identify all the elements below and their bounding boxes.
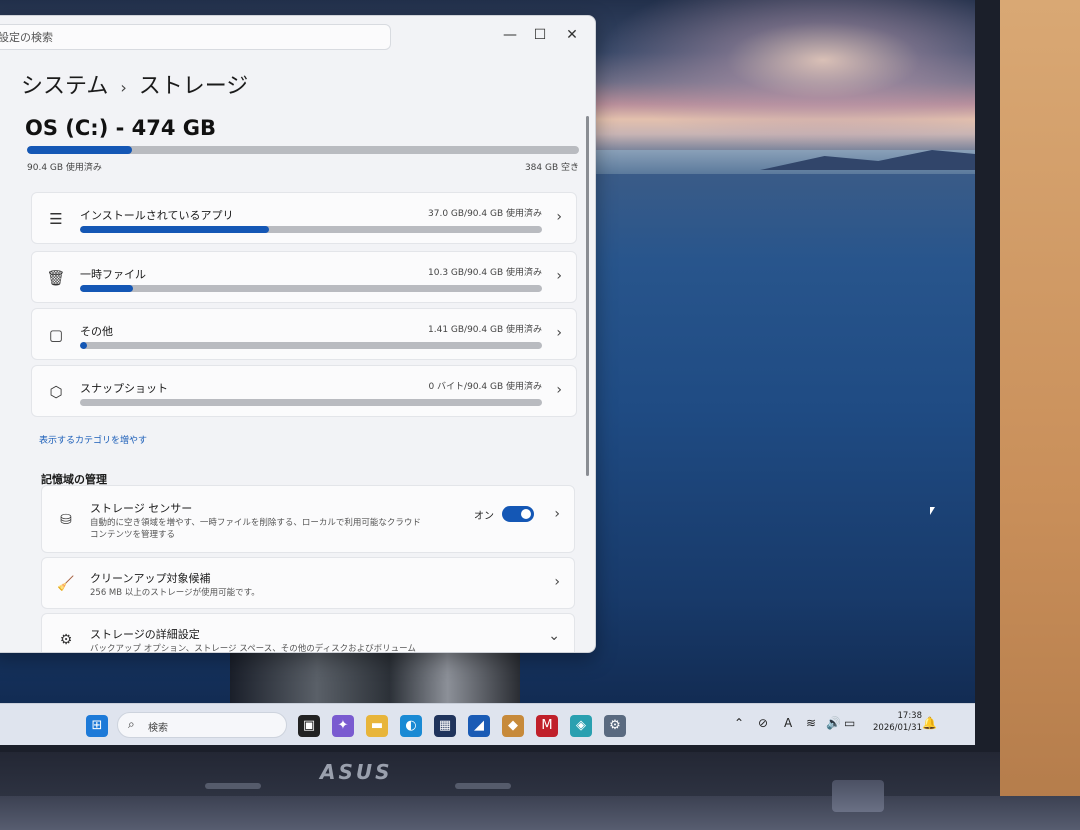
- maximize-button[interactable]: ☐: [525, 22, 555, 48]
- apps-list-icon: ☰: [49, 210, 63, 228]
- clock-time: 17:38: [897, 711, 923, 721]
- snapshot-icon: ⬡: [49, 383, 63, 401]
- category-card-other[interactable]: ▢ その他 1.41 GB/90.4 GB 使用済み ›: [31, 308, 577, 360]
- storage-sense-desc: 自動的に空き領域を増やす、一時ファイルを削除する、ローカルで利用可能なクラウド …: [90, 518, 421, 540]
- rubber-foot: [205, 783, 261, 789]
- breadcrumb: システム › ストレージ: [21, 68, 248, 100]
- drive-used-text: 90.4 GB 使用済み: [27, 163, 102, 173]
- category-value: 0 バイト/90.4 GB 使用済み: [428, 382, 542, 392]
- close-button[interactable]: ✕: [557, 22, 587, 48]
- storage-sense-title: ストレージ センサー: [90, 502, 193, 515]
- chevron-up-icon[interactable]: ⌃: [734, 716, 744, 730]
- gear-icon: ⚙: [59, 632, 73, 648]
- cleanup-title: クリーンアップ対象候補: [90, 572, 211, 585]
- wifi-icon[interactable]: ≋: [806, 716, 816, 730]
- category-value: 10.3 GB/90.4 GB 使用済み: [428, 268, 542, 278]
- brand-logo: ASUS: [320, 760, 393, 784]
- category-card-apps[interactable]: ☰ インストールされているアプリ 37.0 GB/90.4 GB 使用済み ›: [31, 192, 577, 244]
- drive-usage-fill: [27, 146, 132, 154]
- desktop-screen: 設定の検索 — ☐ ✕ システム › ストレージ OS (C:) - 474 GB …: [0, 0, 975, 745]
- ime-indicator[interactable]: A: [784, 716, 792, 730]
- minimize-button[interactable]: —: [495, 22, 525, 48]
- chevron-right-icon: ›: [554, 506, 560, 522]
- category-value: 1.41 GB/90.4 GB 使用済み: [428, 325, 542, 335]
- show-more-categories-link[interactable]: 表示するカテゴリを増やす: [39, 433, 147, 446]
- copilot-icon[interactable]: ✦: [332, 715, 354, 737]
- store-icon[interactable]: ▦: [434, 715, 456, 737]
- category-value: 37.0 GB/90.4 GB 使用済み: [428, 209, 542, 219]
- document-icon: ▢: [48, 326, 64, 344]
- search-icon: ⌕: [128, 717, 135, 731]
- breadcrumb-parent[interactable]: システム: [21, 74, 108, 99]
- breadcrumb-current: ストレージ: [138, 74, 249, 99]
- category-bar-fill: [80, 285, 133, 292]
- advanced-desc: バックアップ オプション、ストレージ スペース、その他のディスクおよびボリューム: [90, 644, 416, 653]
- drive-free-text: 384 GB 空き: [524, 163, 579, 173]
- cleanup-desc: 256 MB 以上のストレージが使用可能です。: [90, 588, 260, 598]
- rubber-foot: [455, 783, 511, 789]
- taskbar: ⊞ ⌕ 検索 ▣ ✦ ▬ ◐ ▦ ◢ ◆ M ◈ ⚙ ⌃ ⊘ A ≋ 🔊 ▭ 1…: [0, 703, 975, 745]
- category-label: インストールされているアプリ: [80, 209, 234, 222]
- sync-off-icon[interactable]: ⊘: [758, 716, 768, 730]
- edge-browser-icon[interactable]: ◐: [400, 715, 422, 737]
- start-windows-icon[interactable]: ⊞: [86, 715, 108, 737]
- drive-usage-bar: [27, 146, 579, 154]
- advanced-title: ストレージの詳細設定: [90, 628, 200, 641]
- network-app-icon[interactable]: ◈: [570, 715, 592, 737]
- notification-icon[interactable]: 🔔: [922, 716, 937, 730]
- category-bar: [80, 285, 542, 292]
- chevron-right-icon: ›: [556, 382, 562, 398]
- settings-gear-icon[interactable]: ⚙: [604, 715, 626, 737]
- storage-sense-card[interactable]: ⛁ ストレージ センサー 自動的に空き領域を増やす、一時ファイルを削除する、ロー…: [41, 485, 575, 553]
- breadcrumb-separator: ›: [120, 78, 127, 97]
- category-label: 一時ファイル: [80, 268, 146, 281]
- advanced-storage-card[interactable]: ⚙ ストレージの詳細設定 バックアップ オプション、ストレージ スペース、その他…: [41, 613, 575, 653]
- category-card-temp[interactable]: 🗑 一時ファイル 10.3 GB/90.4 GB 使用済み ›: [31, 251, 577, 303]
- chevron-right-icon: ›: [556, 209, 562, 225]
- toggle-knob: [521, 509, 531, 519]
- taskbar-search-input[interactable]: ⌕ 検索: [117, 712, 287, 738]
- laptop-hinge: [0, 796, 1080, 830]
- battery-icon[interactable]: ▭: [844, 716, 855, 730]
- wallpaper-rocks: [230, 650, 520, 710]
- settings-search-input[interactable]: 設定の検索: [0, 24, 391, 50]
- mcafee-icon[interactable]: M: [536, 715, 558, 737]
- cleanup-card[interactable]: 🧹 クリーンアップ対象候補 256 MB 以上のストレージが使用可能です。 ›: [41, 557, 575, 609]
- myasus-icon[interactable]: ◢: [468, 715, 490, 737]
- chevron-right-icon: ›: [556, 325, 562, 341]
- storage-sense-toggle[interactable]: [502, 506, 534, 522]
- chevron-right-icon: ›: [554, 574, 560, 590]
- broom-icon: 🧹: [57, 576, 75, 592]
- category-bar: [80, 226, 542, 233]
- storage-icon: ⛁: [60, 512, 72, 528]
- settings-window: 設定の検索 — ☐ ✕ システム › ストレージ OS (C:) - 474 GB …: [0, 15, 596, 653]
- wallpaper-clouds: [595, 0, 975, 150]
- drive-title: OS (C:) - 474 GB: [25, 116, 217, 140]
- clock-date: 2026/01/31: [873, 723, 922, 733]
- category-label: スナップショット: [80, 382, 168, 395]
- mouse-cursor-icon: [930, 507, 935, 515]
- category-bar: [80, 342, 542, 349]
- category-bar-fill: [80, 342, 88, 349]
- category-label: その他: [80, 325, 113, 338]
- category-card-snapshot[interactable]: ⬡ スナップショット 0 バイト/90.4 GB 使用済み ›: [31, 365, 577, 417]
- toggle-label: オン: [474, 511, 494, 522]
- chevron-down-icon: ⌄: [548, 628, 560, 644]
- task-view-icon[interactable]: ▣: [298, 715, 320, 737]
- scrollbar[interactable]: [586, 116, 589, 476]
- file-explorer-icon[interactable]: ▬: [366, 715, 388, 737]
- taskbar-clock[interactable]: 17:38 2026/01/31: [862, 710, 922, 734]
- package-icon[interactable]: ◆: [502, 715, 524, 737]
- trash-icon: 🗑: [46, 269, 66, 287]
- chevron-right-icon: ›: [556, 268, 562, 284]
- volume-icon[interactable]: 🔊: [826, 716, 841, 730]
- category-bar: [80, 399, 542, 406]
- category-bar-fill: [80, 226, 270, 233]
- lid-tab: [832, 780, 884, 812]
- taskbar-search-placeholder: 検索: [148, 723, 168, 734]
